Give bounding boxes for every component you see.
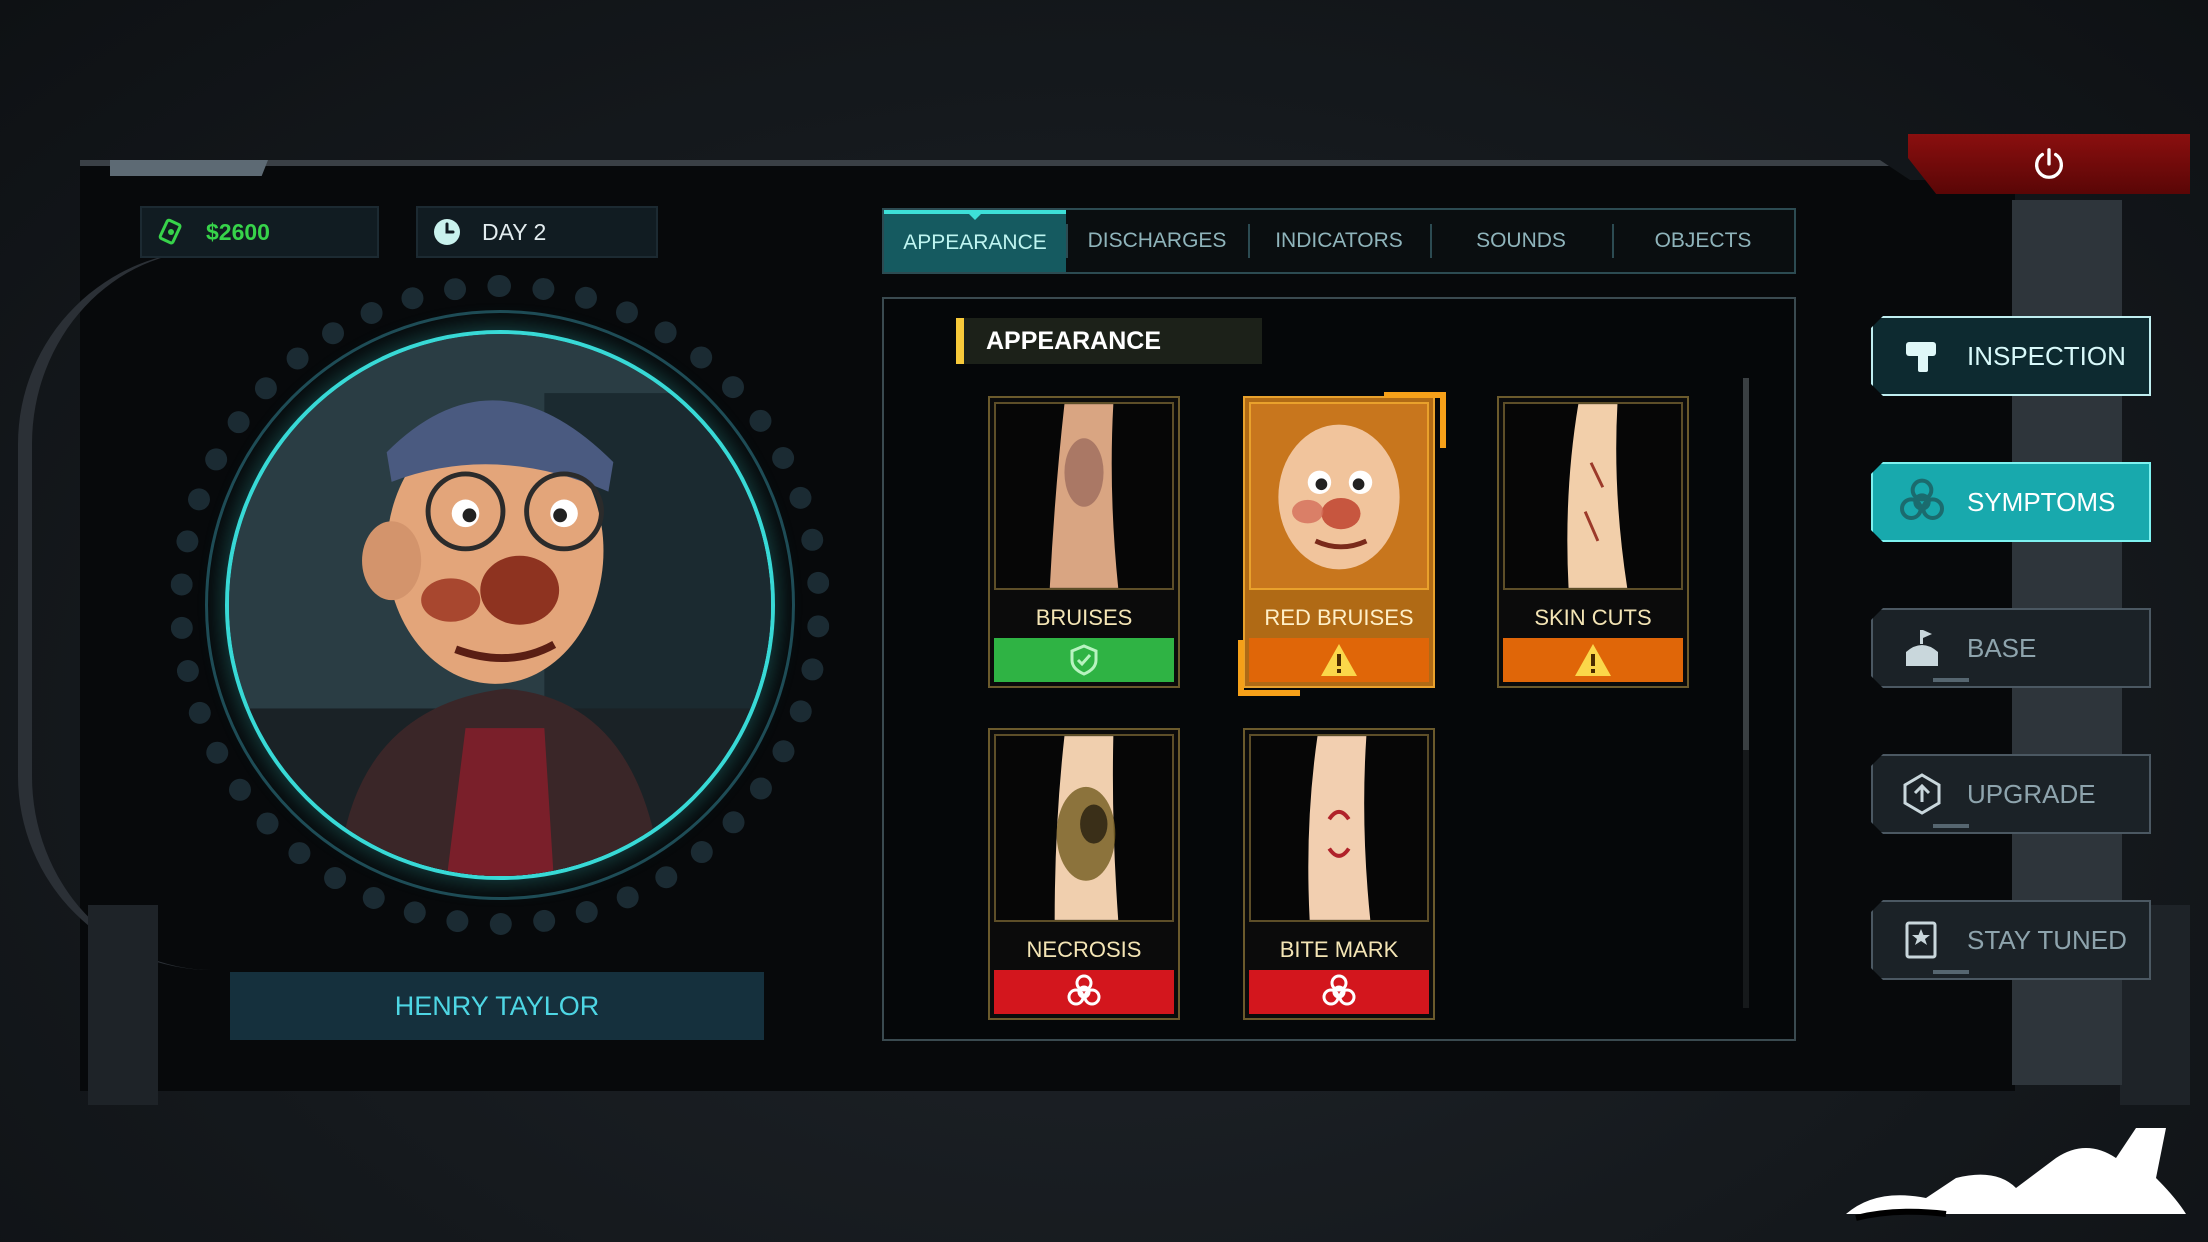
tab-objects[interactable]: OBJECTS [1612, 210, 1794, 272]
biohazard-icon [1067, 974, 1101, 1006]
menu-inspection-button[interactable]: INSPECTION [1871, 316, 2151, 396]
symptom-image [994, 734, 1174, 922]
section-title: APPEARANCE [986, 326, 1162, 355]
tab-indicators[interactable]: INDICATORS [1248, 210, 1430, 272]
menu-underline [1933, 678, 1969, 682]
status-safe [994, 638, 1174, 682]
patient-name: HENRY TAYLOR [394, 990, 600, 1021]
biohazard-icon [1322, 974, 1356, 1006]
symptom-image [994, 402, 1174, 590]
symptom-card-bite-mark[interactable]: BITE MARK [1243, 728, 1435, 1020]
biohazard-icon [1895, 478, 1949, 526]
upgrade-icon [1895, 772, 1949, 816]
patient-name-plate: HENRY TAYLOR [230, 972, 764, 1040]
power-icon [2035, 148, 2063, 179]
menu-label: INSPECTION [1967, 340, 2126, 371]
status-warning [1503, 638, 1683, 682]
watermark-logo [1846, 1128, 2186, 1221]
menu-label: SYMPTOMS [1967, 486, 2116, 517]
patient-portrait [225, 330, 775, 880]
frame-corner-left [88, 905, 158, 1105]
book-star-icon [1895, 918, 1949, 962]
warning-icon [1321, 644, 1357, 676]
menu-underline [1933, 970, 1969, 974]
status-danger [994, 970, 1174, 1014]
symptom-label: NECROSIS [1026, 937, 1142, 962]
menu-underline [1933, 824, 1969, 828]
symptom-image [1249, 734, 1429, 922]
tab-appearance[interactable]: APPEARANCE [884, 210, 1066, 272]
menu-label: UPGRADE [1967, 778, 2096, 809]
status-danger [1249, 970, 1429, 1014]
money-display: $2600 [140, 206, 379, 258]
menu-label: BASE [1967, 632, 2037, 663]
menu-upgrade-button[interactable]: UPGRADE [1871, 754, 2151, 834]
symptom-card-skin-cuts[interactable]: SKIN CUTS [1497, 396, 1689, 688]
symptom-label: RED BRUISES [1264, 605, 1414, 630]
symptom-image [1503, 402, 1683, 590]
symptom-label: SKIN CUTS [1534, 605, 1652, 630]
money-value: $2600 [206, 218, 270, 245]
section-heading: APPEARANCE [956, 318, 1262, 364]
menu-label: STAY TUNED [1967, 924, 2127, 955]
clock-icon [432, 217, 462, 247]
cash-icon [156, 217, 186, 247]
power-button[interactable] [1908, 134, 2190, 194]
symptom-card-necrosis[interactable]: NECROSIS [988, 728, 1180, 1020]
tab-sounds[interactable]: SOUNDS [1430, 210, 1612, 272]
menu-symptoms-button[interactable]: SYMPTOMS [1871, 462, 2151, 542]
tab-discharges[interactable]: DISCHARGES [1066, 210, 1248, 272]
day-value: DAY 2 [482, 218, 547, 245]
thermometer-gun-icon [1895, 334, 1949, 378]
frame-top-tab [110, 160, 268, 176]
symptom-card-bruises[interactable]: BRUISES [988, 396, 1180, 688]
shield-check-icon [1070, 644, 1098, 676]
symptom-label: BITE MARK [1279, 937, 1399, 962]
day-display: DAY 2 [416, 206, 658, 258]
menu-base-button[interactable]: BASE [1871, 608, 2151, 688]
symptom-label: BRUISES [1035, 605, 1133, 630]
category-tabs: APPEARANCE DISCHARGES INDICATORS SOUNDS … [882, 208, 1796, 274]
scrollbar-thumb[interactable] [1743, 378, 1749, 750]
selection-corner [1384, 392, 1446, 448]
warning-icon [1575, 644, 1611, 676]
selection-corner [1238, 640, 1300, 696]
base-icon [1895, 626, 1949, 670]
menu-stay-tuned-button[interactable]: STAY TUNED [1871, 900, 2151, 980]
